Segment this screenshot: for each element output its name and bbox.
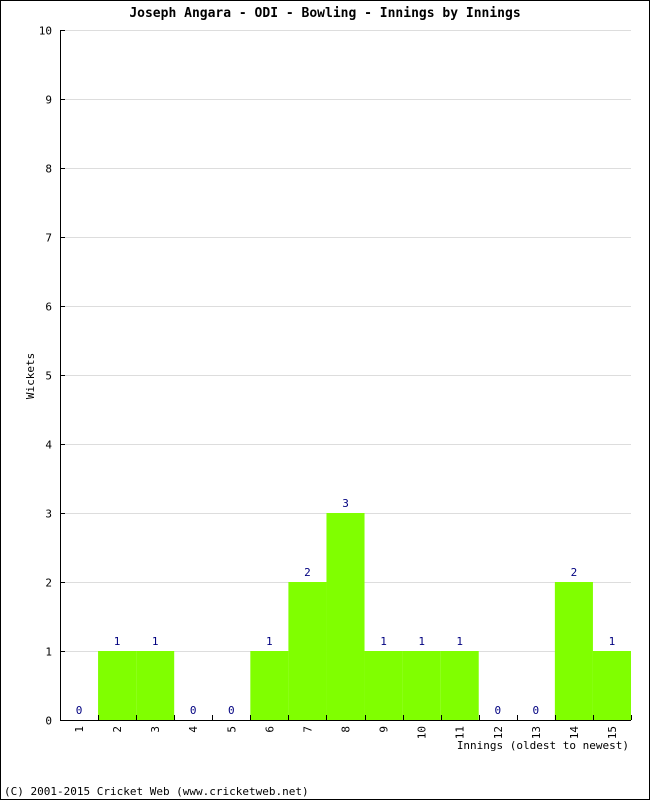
x-tick-label: 9 [378, 726, 391, 733]
x-tick-label: 14 [568, 726, 581, 740]
bar [326, 513, 365, 720]
x-tick-label: 2 [111, 726, 124, 733]
value-label: 0 [228, 704, 235, 717]
bar [440, 651, 479, 720]
value-label: 1 [152, 635, 159, 648]
bar [402, 651, 441, 720]
x-tick-label: 5 [225, 726, 238, 733]
chart-title: Joseph Angara - ODI - Bowling - Innings … [129, 6, 520, 21]
x-tick-label: 13 [530, 726, 543, 739]
copyright-footer: (C) 2001-2015 Cricket Web (www.cricketwe… [4, 785, 309, 798]
x-tick-label: 8 [340, 726, 353, 733]
x-tick-label: 4 [187, 726, 200, 733]
y-tick-labels: 0 1 2 3 4 5 6 7 8 9 10 [39, 25, 53, 728]
bar [364, 651, 403, 720]
value-label: 2 [571, 566, 578, 579]
bar [592, 651, 631, 720]
value-label: 0 [76, 704, 83, 717]
x-tick-label: 6 [263, 726, 276, 733]
bars [98, 513, 631, 720]
value-label: 1 [380, 635, 387, 648]
value-label: 0 [533, 704, 540, 717]
y-axis-label: Wickets [24, 353, 37, 399]
bar [288, 582, 327, 720]
y-tick-label: 7 [45, 232, 52, 245]
x-tick-labels: 1 2 3 4 5 6 7 8 9 10 11 12 13 14 15 [73, 726, 619, 740]
x-tick-label: 1 [73, 726, 86, 733]
value-label: 3 [342, 497, 349, 510]
value-label: 1 [114, 635, 121, 648]
value-label: 0 [494, 704, 501, 717]
value-label: 0 [190, 704, 197, 717]
y-tick-label: 0 [45, 715, 52, 728]
y-tick-label: 3 [45, 508, 52, 521]
y-tick-label: 10 [39, 25, 52, 38]
bar [250, 651, 289, 720]
bar [98, 651, 137, 720]
x-axis-label: Innings (oldest to newest) [457, 739, 629, 752]
x-tick-label: 10 [416, 726, 429, 739]
y-tick-label: 9 [45, 94, 52, 107]
x-tick-label: 11 [454, 726, 467, 739]
y-tick-label: 4 [45, 439, 52, 452]
value-label: 2 [304, 566, 311, 579]
y-tick-label: 6 [45, 301, 52, 314]
x-tick-label: 3 [149, 726, 162, 733]
value-label: 1 [609, 635, 616, 648]
x-tick-label: 12 [492, 726, 505, 739]
x-tick-label: 7 [301, 726, 314, 733]
bar [554, 582, 593, 720]
value-label: 1 [266, 635, 273, 648]
bar [136, 651, 175, 720]
y-tick-label: 8 [45, 163, 52, 176]
value-label: 1 [456, 635, 463, 648]
x-tick-label: 15 [606, 726, 619, 739]
bar-chart: Joseph Angara - ODI - Bowling - Innings … [4, 6, 632, 798]
y-tick-label: 1 [45, 646, 52, 659]
value-label: 1 [418, 635, 425, 648]
y-tick-label: 5 [45, 370, 52, 383]
y-tick-label: 2 [45, 577, 52, 590]
